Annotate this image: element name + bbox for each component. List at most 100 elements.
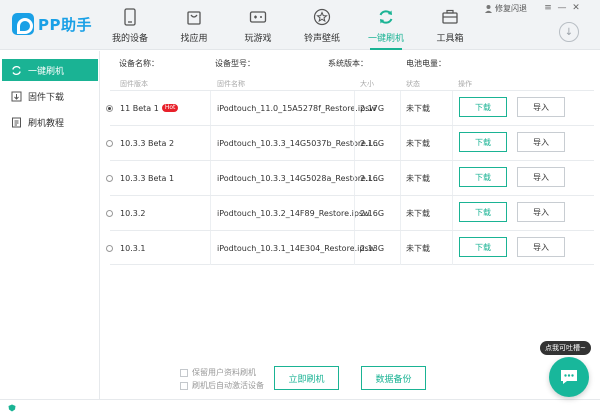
keep-data-checkbox[interactable] — [180, 368, 188, 377]
row-radio[interactable] — [106, 104, 113, 112]
shield-icon — [8, 404, 16, 412]
row-status: 未下载 — [406, 173, 430, 183]
row-version: 10.3.3 Beta 2 — [120, 138, 175, 148]
app-logo: PP助手 — [12, 13, 92, 35]
toolbox-icon — [442, 9, 458, 24]
system-version-label: 系统版本： — [328, 58, 368, 68]
header-version: 固件版本 — [120, 80, 148, 88]
header-action: 操作 — [458, 80, 472, 88]
firmware-table: 固件版本 固件名称 大小 状态 操作 11 Beta 1 Hot iPodtouc… — [106, 78, 594, 265]
fix-crash-label: 修复闪退 — [495, 4, 527, 13]
status-bar — [0, 399, 600, 416]
download-button[interactable]: 下载 — [459, 237, 507, 257]
chat-button[interactable] — [549, 357, 589, 397]
import-button[interactable]: 导入 — [517, 132, 565, 152]
table-header: 固件版本 固件名称 大小 状态 操作 — [110, 78, 594, 90]
row-size: 2.17G — [360, 103, 385, 113]
window-controls: ≡ — ✕ — [541, 2, 583, 14]
table-row[interactable]: 10.3.2 iPodtouch_10.3.2_14F89_Restore.ip… — [106, 195, 594, 230]
refresh-icon — [379, 10, 393, 24]
hot-badge: Hot — [161, 104, 179, 112]
device-model-label: 设备型号： — [215, 58, 255, 68]
row-version: 10.3.3 Beta 1 — [120, 173, 175, 183]
table-row[interactable]: 10.3.3 Beta 1 iPodtouch_10.3.3_14G5028a_… — [106, 160, 594, 195]
sidebar: 一键刷机 固件下载 刷机教程 — [0, 51, 100, 399]
row-radio[interactable] — [106, 209, 113, 217]
row-size: 2.16G — [360, 138, 385, 148]
row-firmware-name: iPodtouch_10.3.1_14E304_Restore.ipsw — [217, 243, 376, 253]
sidebar-item-label: 固件下载 — [28, 92, 65, 103]
chat-bubble-icon — [561, 370, 577, 384]
sidebar-item-firmware-download[interactable]: 固件下载 — [2, 85, 98, 107]
bag-icon — [187, 11, 201, 25]
menu-icon[interactable]: ≡ — [541, 2, 555, 14]
auto-activate-label: 刷机后自动激活设备 — [192, 381, 264, 390]
import-button[interactable]: 导入 — [517, 237, 565, 257]
nav-label: 我的设备 — [111, 34, 148, 44]
download-icon — [11, 91, 22, 101]
sidebar-item-flash-tutorial[interactable]: 刷机教程 — [2, 111, 98, 133]
sidebar-item-label: 一键刷机 — [28, 66, 65, 77]
nav-label: 铃声壁纸 — [303, 34, 340, 44]
star-icon — [313, 8, 331, 26]
row-status: 未下载 — [406, 138, 430, 148]
keep-data-label: 保留用户资料刷机 — [192, 368, 256, 377]
nav-one-click-flash[interactable]: 一键刷机 — [354, 0, 418, 50]
nav-find-apps[interactable]: 找应用 — [162, 0, 226, 50]
import-button[interactable]: 导入 — [517, 167, 565, 187]
gamepad-icon — [249, 11, 267, 23]
download-button[interactable]: 下载 — [459, 202, 507, 222]
header-name: 固件名称 — [217, 80, 245, 88]
close-icon[interactable]: ✕ — [569, 2, 583, 14]
version-text: 11 Beta 1 — [120, 103, 159, 113]
table-row[interactable]: 10.3.3 Beta 2 iPodtouch_10.3.3_14G5037b_… — [106, 125, 594, 160]
table-row[interactable]: 11 Beta 1 Hot iPodtouch_11.0_15A5278f_Res… — [106, 90, 594, 125]
data-backup-button[interactable]: 数据备份 — [361, 366, 426, 390]
row-version: 10.3.2 — [120, 208, 146, 218]
main-nav: 我的设备 找应用 玩游戏 铃声壁纸 一键刷机 工具箱 — [98, 0, 482, 50]
header-status: 状态 — [406, 80, 420, 88]
download-button[interactable]: 下载 — [459, 132, 507, 152]
download-manager-button[interactable]: ↓ — [559, 22, 579, 42]
nav-my-device[interactable]: 我的设备 — [98, 0, 162, 50]
import-button[interactable]: 导入 — [517, 97, 565, 117]
main-panel: 设备名称： 设备型号： 系统版本： 电池电量： 固件版本 固件名称 大小 状态 … — [100, 51, 600, 399]
nav-label: 找应用 — [180, 34, 208, 44]
minimize-icon[interactable]: — — [555, 2, 569, 14]
pp-logo-icon — [12, 13, 34, 35]
device-info-row: 设备名称： 设备型号： 系统版本： 电池电量： — [100, 51, 600, 75]
nav-games[interactable]: 玩游戏 — [226, 0, 290, 50]
nav-label: 玩游戏 — [244, 34, 272, 44]
nav-ringtones[interactable]: 铃声壁纸 — [290, 0, 354, 50]
row-radio[interactable] — [106, 244, 113, 252]
auto-activate-checkbox[interactable] — [180, 381, 188, 390]
row-size: 2.13G — [360, 243, 385, 253]
row-firmware-name: iPodtouch_11.0_15A5278f_Restore.ipsw — [217, 103, 376, 113]
keep-data-option[interactable]: 保留用户资料刷机 — [180, 367, 256, 378]
download-button[interactable]: 下载 — [459, 97, 507, 117]
chat-tooltip: 点我可吐槽~ — [540, 341, 591, 355]
row-radio[interactable] — [106, 139, 113, 147]
row-radio[interactable] — [106, 174, 113, 182]
auto-activate-option[interactable]: 刷机后自动激活设备 — [180, 380, 264, 391]
nav-label: 一键刷机 — [367, 34, 404, 44]
fix-crash-link[interactable]: 修复闪退 — [484, 3, 527, 14]
row-size: 2.16G — [360, 173, 385, 183]
row-firmware-name: iPodtouch_10.3.2_14F89_Restore.ipsw — [217, 208, 370, 218]
sidebar-item-label: 刷机教程 — [28, 118, 65, 129]
row-size: 2.16G — [360, 208, 385, 218]
row-status: 未下载 — [406, 208, 430, 218]
row-version: 11 Beta 1 Hot — [120, 91, 179, 125]
flash-now-button[interactable]: 立即刷机 — [274, 366, 339, 390]
nav-toolbox[interactable]: 工具箱 — [418, 0, 482, 50]
arrow-down-icon: ↓ — [564, 26, 574, 38]
row-status: 未下载 — [406, 103, 430, 113]
sidebar-item-one-click-flash[interactable]: 一键刷机 — [2, 59, 98, 81]
battery-label: 电池电量： — [406, 58, 446, 68]
download-button[interactable]: 下载 — [459, 167, 507, 187]
person-icon — [485, 5, 492, 13]
nav-label: 工具箱 — [436, 34, 464, 44]
table-row[interactable]: 10.3.1 iPodtouch_10.3.1_14E304_Restore.i… — [106, 230, 594, 265]
refresh-icon — [12, 65, 21, 75]
import-button[interactable]: 导入 — [517, 202, 565, 222]
